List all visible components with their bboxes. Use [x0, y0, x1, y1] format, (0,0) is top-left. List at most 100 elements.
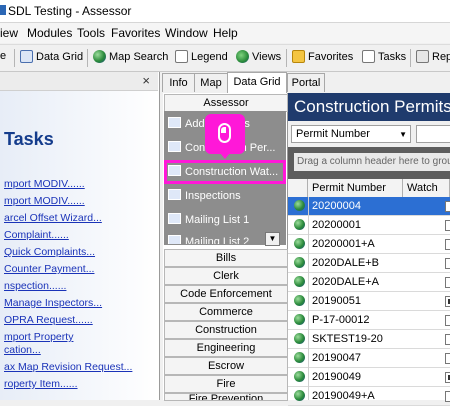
menu-favorites[interactable]: Favorites	[111, 26, 160, 40]
grid-icon	[168, 189, 181, 200]
task-link[interactable]: ax Map Revision Request...	[4, 361, 132, 373]
watch-checkbox[interactable]	[445, 258, 450, 269]
permit-number-cell: 20190049	[312, 371, 361, 383]
globe-icon[interactable]	[294, 314, 305, 325]
globe-icon[interactable]	[294, 390, 305, 401]
globe-icon[interactable]	[294, 333, 305, 344]
watch-checkbox[interactable]	[445, 239, 450, 250]
menu-window[interactable]: Window	[165, 26, 208, 40]
grid-list-item[interactable]: Inspections	[168, 186, 284, 206]
tasks-icon	[362, 50, 375, 63]
globe-icon[interactable]	[294, 219, 305, 230]
task-link[interactable]: roperty Item......	[4, 378, 78, 390]
table-row[interactable]: 2020DALE+A	[288, 273, 450, 292]
filter-field-value: Permit Number	[296, 128, 370, 140]
globe-icon[interactable]	[294, 371, 305, 382]
tasks-panel-header: ×	[0, 72, 158, 91]
watch-checkbox[interactable]	[445, 220, 450, 231]
table-row[interactable]: P-17-00012	[288, 311, 450, 330]
task-link[interactable]: arcel Offset Wizard...	[4, 212, 102, 224]
mouse-click-indicator	[205, 114, 245, 159]
table-row[interactable]: 20200001	[288, 216, 450, 235]
section-engineering[interactable]: Engineering	[164, 339, 288, 357]
scroll-down-button[interactable]: ▼	[265, 232, 280, 246]
watch-checkbox[interactable]	[445, 334, 450, 345]
toolbar-separator	[87, 49, 88, 67]
permit-number-cell: 2020DALE+A	[312, 276, 379, 288]
section-clerk[interactable]: Clerk	[164, 267, 288, 285]
watch-checkbox[interactable]	[445, 391, 450, 402]
section-commerce[interactable]: Commerce	[164, 303, 288, 321]
tasks-panel-body: Tasks mport MODIV...... mport MODIV.....…	[0, 91, 158, 400]
tab-info[interactable]: Info	[162, 73, 195, 92]
table-row[interactable]: 20190047	[288, 349, 450, 368]
globe-icon[interactable]	[294, 238, 305, 249]
globe-icon[interactable]	[294, 200, 305, 211]
section-escrow[interactable]: Escrow	[164, 357, 288, 375]
menu-view[interactable]: iew	[0, 26, 18, 40]
grid-list-item[interactable]: Mailing List 1	[168, 210, 284, 230]
group-by-area[interactable]: Drag a column header here to group	[288, 147, 450, 179]
task-link[interactable]: cation...	[4, 344, 41, 356]
watch-checkbox[interactable]	[445, 353, 450, 364]
task-link[interactable]: Manage Inspectors...	[4, 297, 102, 309]
map-search-button[interactable]: Map Search	[93, 50, 168, 66]
watch-checkbox[interactable]	[445, 277, 450, 288]
legend-button[interactable]: Legend	[175, 50, 228, 66]
section-code-enforcement[interactable]: Code Enforcement	[164, 285, 288, 303]
tab-portal[interactable]: Portal	[287, 73, 325, 92]
watch-checkbox[interactable]	[445, 296, 450, 307]
views-button[interactable]: Views	[236, 50, 281, 66]
section-fire[interactable]: Fire	[164, 375, 288, 393]
task-link[interactable]: mport MODIV......	[4, 178, 85, 190]
globe-icon[interactable]	[294, 352, 305, 363]
task-link[interactable]: mport MODIV......	[4, 195, 85, 207]
mouse-icon	[218, 123, 231, 143]
table-row[interactable]: 2020DALE+B	[288, 254, 450, 273]
toolbar-separator	[14, 49, 15, 67]
legend-icon	[175, 50, 188, 63]
assessor-header[interactable]: Assessor	[164, 94, 288, 112]
section-construction[interactable]: Construction	[164, 321, 288, 339]
favorites-button[interactable]: Favorites	[292, 50, 353, 66]
menu-tools[interactable]: Tools	[77, 26, 105, 40]
task-link[interactable]: Quick Complaints...	[4, 246, 95, 258]
tab-data-grid[interactable]: Data Grid	[227, 72, 287, 93]
section-bills[interactable]: Bills	[164, 249, 288, 267]
filter-field-select[interactable]: Permit Number ▼	[291, 125, 411, 143]
data-grid-button[interactable]: Data Grid	[20, 50, 83, 66]
globe-icon[interactable]	[294, 295, 305, 306]
column-header-watch[interactable]: Watch	[403, 179, 450, 197]
task-link[interactable]: OPRA Request......	[4, 314, 93, 326]
permit-number-cell: 20190051	[312, 295, 361, 307]
permit-number-cell: P-17-00012	[312, 314, 370, 326]
table-row[interactable]: 20200004	[288, 197, 450, 216]
data-grid-label: Data Grid	[36, 51, 84, 63]
watch-checkbox[interactable]	[445, 372, 450, 383]
table-row[interactable]: 20190049+A	[288, 387, 450, 406]
table-row[interactable]: SKTEST19-20	[288, 330, 450, 349]
watch-checkbox[interactable]	[445, 201, 450, 212]
reports-button[interactable]: Rep	[416, 50, 450, 66]
task-link[interactable]: Complaint......	[4, 229, 69, 241]
watch-checkbox[interactable]	[445, 315, 450, 326]
task-link[interactable]: mport Property	[4, 331, 73, 343]
task-link[interactable]: Counter Payment...	[4, 263, 94, 275]
table-row[interactable]: 20190049	[288, 368, 450, 387]
task-link[interactable]: nspection......	[4, 280, 66, 292]
menu-help[interactable]: Help	[213, 26, 238, 40]
grid-list-item-label: Mailing List 1	[185, 214, 250, 226]
column-header-permit-number[interactable]: Permit Number	[308, 179, 403, 197]
table-row[interactable]: 20200001+A	[288, 235, 450, 254]
grid-icon	[168, 117, 181, 128]
table-row[interactable]: 20190051	[288, 292, 450, 311]
globe-icon[interactable]	[294, 257, 305, 268]
tasks-button[interactable]: Tasks	[362, 50, 406, 66]
globe-icon[interactable]	[294, 276, 305, 287]
menu-modules[interactable]: Modules	[27, 26, 72, 40]
tab-map[interactable]: Map	[194, 73, 228, 92]
permit-number-cell: 20190049+A	[312, 390, 375, 402]
toolbar-window-button[interactable]: e	[0, 50, 6, 66]
close-icon[interactable]: ×	[142, 73, 150, 88]
filter-value-input[interactable]	[416, 125, 450, 143]
